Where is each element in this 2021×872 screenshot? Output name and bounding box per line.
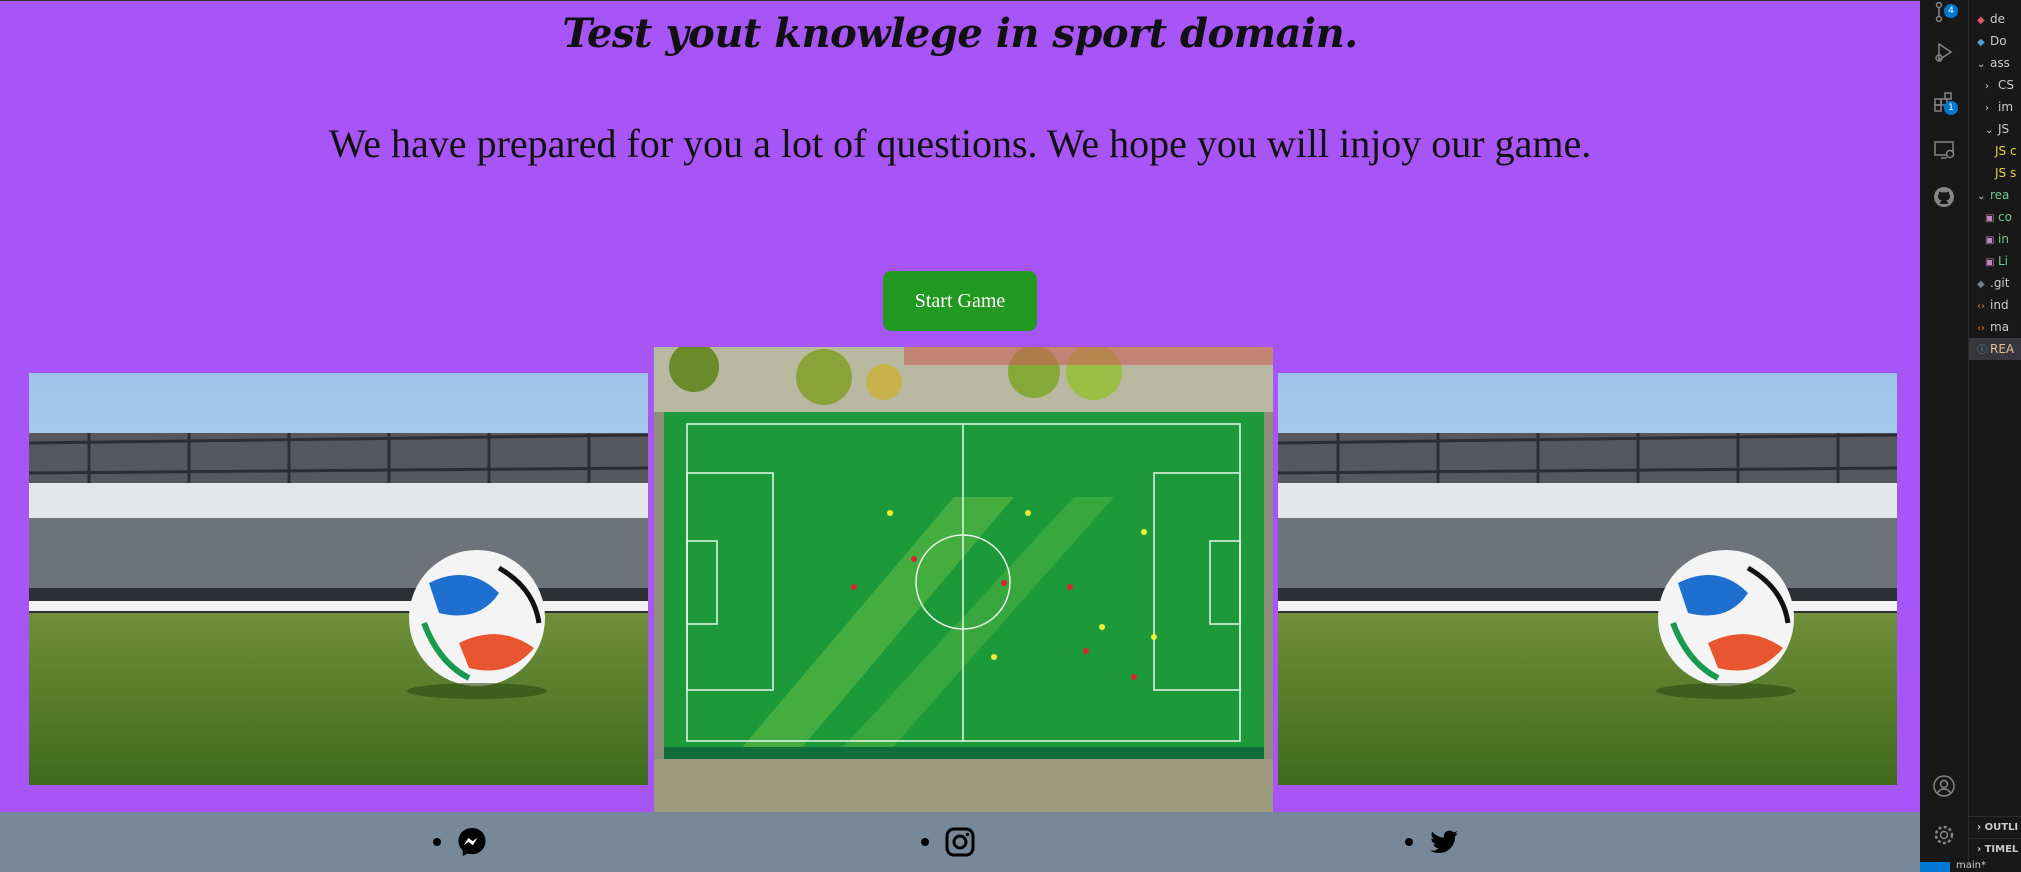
github-icon[interactable] — [1932, 185, 1956, 209]
gear-icon[interactable] — [1932, 823, 1956, 847]
social-item-twitter — [1405, 826, 1460, 858]
html-file-icon: ‹› — [1977, 323, 1985, 334]
social-item-messenger — [433, 826, 488, 858]
explorer-item[interactable]: ▣ Li — [1969, 250, 2021, 272]
list-bullet — [921, 838, 929, 846]
top-border — [0, 0, 1920, 1]
twitter-icon — [1430, 830, 1458, 854]
stadium-ball-photo-left — [29, 373, 648, 785]
page-title: Test yout knowlege in sport domain. — [562, 10, 1358, 57]
stadium-ball-photo-right — [1278, 373, 1897, 785]
explorer-folder[interactable]: ⌄ ass — [1969, 52, 2021, 74]
source-control-badge: 4 — [1944, 4, 1958, 18]
explorer-item[interactable]: ⓘ REA — [1969, 338, 2021, 360]
remote-explorer-icon[interactable] — [1932, 138, 1956, 162]
explorer-folder[interactable]: › im — [1969, 96, 2021, 118]
outline-panel-header[interactable]: › OUTLI — [1969, 816, 2021, 839]
editor-activity-bar: 4 1 — [1920, 0, 1968, 872]
remote-indicator[interactable] — [1920, 862, 1950, 872]
chevron-right-icon: › — [1977, 822, 1985, 833]
chevron-down-icon: ⌄ — [1977, 191, 1986, 202]
instagram-icon — [945, 827, 975, 857]
git-icon: ◆ — [1977, 279, 1985, 290]
list-bullet — [1405, 838, 1413, 846]
explorer-folder[interactable]: ⌄ JS — [1969, 118, 2021, 140]
file-icon: ◆ — [1977, 15, 1985, 26]
start-game-button[interactable]: Start Game — [883, 271, 1037, 331]
branch-indicator[interactable]: main* — [1956, 860, 1986, 871]
chevron-right-icon: › — [1977, 844, 1985, 855]
image-file-icon: ▣ — [1985, 213, 1995, 224]
explorer-item[interactable]: JS s — [1969, 162, 2021, 184]
account-icon[interactable] — [1932, 774, 1956, 798]
explorer-item[interactable]: ◆ Do — [1969, 30, 2021, 52]
chevron-down-icon: ⌄ — [1977, 59, 1986, 70]
messenger-link[interactable] — [456, 826, 488, 858]
twitter-link[interactable] — [1428, 826, 1460, 858]
info-icon: ⓘ — [1977, 345, 1987, 356]
docker-icon: ◆ — [1977, 37, 1985, 48]
messenger-icon — [458, 828, 486, 856]
explorer-folder[interactable]: › CS — [1969, 74, 2021, 96]
html-file-icon: ‹› — [1977, 301, 1985, 312]
chevron-down-icon: ⌄ — [1985, 125, 1994, 136]
chevron-right-icon: › — [1985, 81, 1989, 92]
extensions-badge: 1 — [1944, 101, 1958, 115]
chevron-right-icon: › — [1985, 103, 1989, 114]
footer — [0, 812, 1920, 872]
explorer-item[interactable]: ▣ co — [1969, 206, 2021, 228]
image-file-icon: ▣ — [1985, 257, 1995, 268]
editor-explorer-panel: ◆ de ◆ Do ⌄ ass › CS › im ⌄ JS JS c JS s ⌄ rea … — [1968, 0, 2021, 872]
explorer-item[interactable]: ‹› ind — [1969, 294, 2021, 316]
image-file-icon: ▣ — [1985, 235, 1995, 246]
explorer-item[interactable]: ‹› ma — [1969, 316, 2021, 338]
explorer-item[interactable]: ▣ in — [1969, 228, 2021, 250]
explorer-item[interactable]: JS c — [1969, 140, 2021, 162]
instagram-link[interactable] — [944, 826, 976, 858]
explorer-folder[interactable]: ⌄ rea — [1969, 184, 2021, 206]
app-page: Test yout knowlege in sport domain. We h… — [0, 0, 1920, 872]
list-bullet — [433, 838, 441, 846]
aerial-football-field-photo — [654, 347, 1273, 812]
page-subtitle: We have prepared for you a lot of questi… — [328, 121, 1592, 166]
explorer-item[interactable]: ◆ de — [1969, 8, 2021, 30]
explorer-item[interactable]: ◆ .git — [1969, 272, 2021, 294]
social-item-instagram — [921, 826, 976, 858]
editor-status-bar: main* — [1920, 860, 2021, 872]
timeline-panel-header[interactable]: › TIMEL — [1969, 838, 2021, 861]
run-debug-icon[interactable] — [1932, 40, 1956, 64]
